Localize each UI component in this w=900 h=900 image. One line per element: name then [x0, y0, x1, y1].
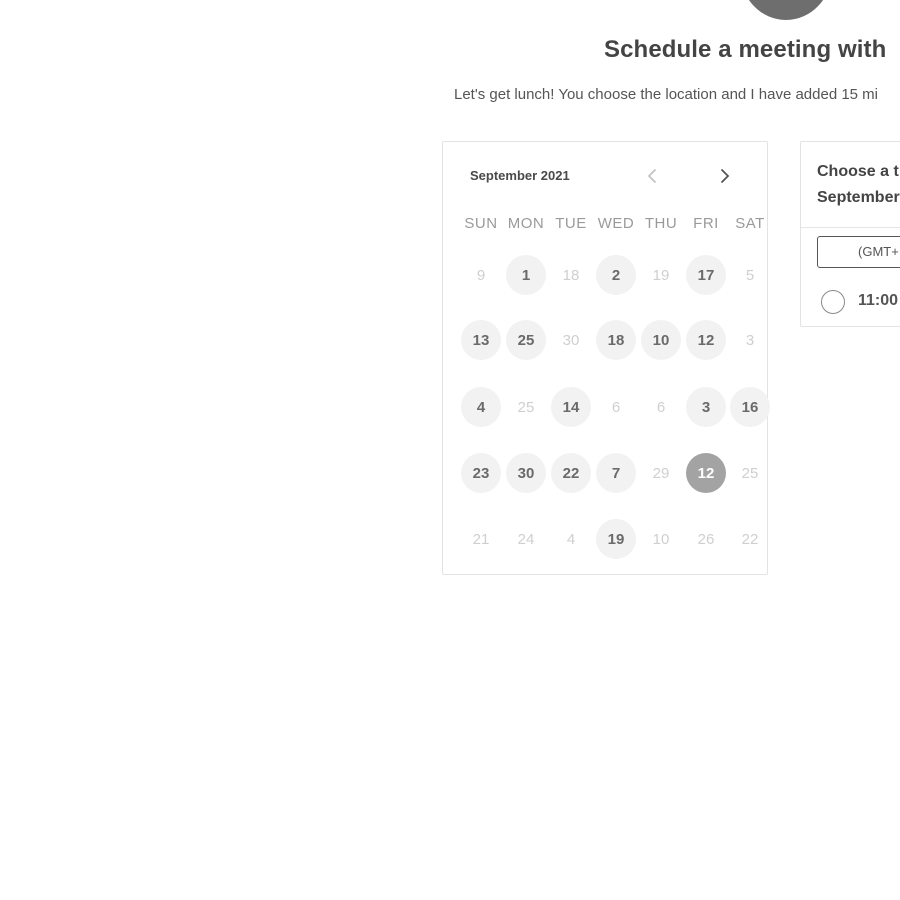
calendar-day[interactable]: 12: [686, 320, 726, 360]
calendar-day: 6: [611, 398, 621, 416]
divider: [801, 227, 900, 228]
time-slot-panel: Choose a t September (GMT+ 11:00: [800, 141, 900, 327]
chevron-right-icon: [720, 168, 730, 184]
weekday-label: THU: [644, 215, 678, 232]
calendar-day[interactable]: 23: [461, 453, 501, 493]
calendar-day: 24: [517, 530, 535, 548]
calendar-day[interactable]: 13: [461, 320, 501, 360]
chevron-left-icon: [647, 168, 657, 184]
calendar-day[interactable]: 25: [506, 320, 546, 360]
previous-month-button[interactable]: [640, 164, 664, 188]
weekday-label: WED: [597, 215, 635, 232]
calendar-day[interactable]: 19: [596, 519, 636, 559]
calendar-day: 4: [566, 530, 576, 548]
calendar-day: 26: [697, 530, 715, 548]
calendar-day[interactable]: 7: [596, 453, 636, 493]
weekday-label: FRI: [693, 215, 719, 232]
month-label: September 2021: [470, 168, 570, 183]
calendar-day: 18: [562, 266, 580, 284]
calendar-day: 29: [652, 464, 670, 482]
calendar-day[interactable]: 14: [551, 387, 591, 427]
host-avatar: [740, 0, 832, 20]
calendar-day: 6: [656, 398, 666, 416]
calendar-day: 5: [745, 266, 755, 284]
calendar-day: 25: [517, 398, 535, 416]
calendar-day[interactable]: 2: [596, 255, 636, 295]
calendar-panel: September 2021 SUN MON TUE WED THU FRI SAT 911…: [442, 141, 770, 575]
calendar-day[interactable]: 4: [461, 387, 501, 427]
calendar-day[interactable]: 3: [686, 387, 726, 427]
weekday-label: SUN: [464, 215, 498, 232]
weekday-label: SAT: [735, 215, 765, 232]
calendar-day: 9: [476, 266, 486, 284]
calendar-day: 3: [745, 331, 755, 349]
calendar-day: 30: [562, 331, 580, 349]
time-slot-label: 11:00: [858, 292, 899, 309]
time-panel-heading: Choose a t: [817, 163, 899, 180]
weekday-label: MON: [507, 215, 545, 232]
weekday-label: TUE: [555, 215, 587, 232]
calendar-day: 22: [741, 530, 759, 548]
calendar-day[interactable]: 17: [686, 255, 726, 295]
time-panel-date: September: [817, 189, 900, 206]
page-subtitle: Let's get lunch! You choose the location…: [454, 86, 879, 103]
calendar-day-selected[interactable]: 12: [686, 453, 726, 493]
calendar-day[interactable]: 1: [506, 255, 546, 295]
calendar-day: 25: [741, 464, 759, 482]
calendar-day[interactable]: 16: [730, 387, 770, 427]
time-slot-radio[interactable]: [821, 290, 845, 314]
calendar-day[interactable]: 18: [596, 320, 636, 360]
page-title: Schedule a meeting with: [604, 36, 887, 63]
calendar-day: 21: [472, 530, 490, 548]
calendar-day[interactable]: 30: [506, 453, 546, 493]
calendar-day[interactable]: 10: [641, 320, 681, 360]
calendar-day[interactable]: 22: [551, 453, 591, 493]
calendar-day: 19: [652, 266, 670, 284]
next-month-button[interactable]: [713, 164, 737, 188]
calendar-day: 10: [652, 530, 670, 548]
timezone-select[interactable]: (GMT+: [817, 236, 900, 268]
